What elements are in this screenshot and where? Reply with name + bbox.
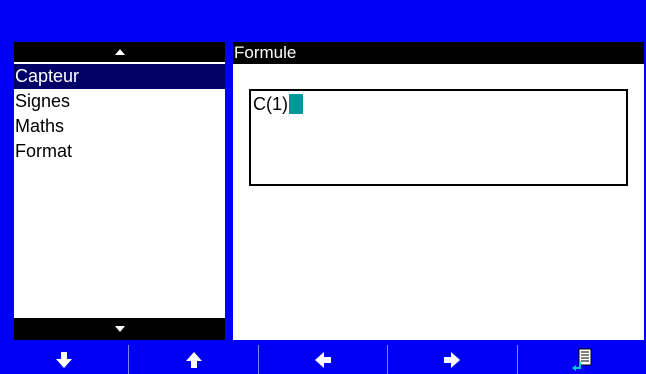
list-item-signes[interactable]: Signes: [14, 89, 225, 114]
arrow-up-icon: [185, 351, 202, 368]
triangle-down-icon: [114, 326, 125, 332]
category-list: Capteur Signes Maths Format: [14, 42, 225, 340]
arrow-right-icon: [444, 351, 461, 368]
list-scroll-down[interactable]: [14, 318, 225, 340]
formula-header: Formule: [233, 42, 644, 64]
screen: Capteur Signes Maths Format Formule C(1): [0, 0, 646, 374]
list-item-capteur[interactable]: Capteur: [14, 64, 225, 89]
insert-button[interactable]: [518, 345, 646, 374]
formula-text-line: C(1): [253, 93, 303, 115]
bottom-toolbar: [0, 345, 646, 374]
formula-panel: Formule C(1): [233, 42, 644, 340]
arrow-down-button[interactable]: [0, 345, 130, 374]
arrow-down-icon: [56, 351, 73, 368]
list-item-maths[interactable]: Maths: [14, 114, 225, 139]
arrow-up-button[interactable]: [129, 345, 259, 374]
list-scroll-up[interactable]: [14, 42, 225, 62]
text-cursor: [289, 94, 303, 114]
list-item-format[interactable]: Format: [14, 139, 225, 164]
formula-value: C(1): [253, 94, 288, 114]
formula-input[interactable]: C(1): [249, 89, 628, 186]
insert-document-icon: [571, 348, 592, 371]
list-items: Capteur Signes Maths Format: [14, 64, 225, 164]
arrow-left-button[interactable]: [259, 345, 389, 374]
triangle-up-icon: [114, 49, 125, 55]
arrow-left-icon: [315, 351, 332, 368]
arrow-right-button[interactable]: [388, 345, 518, 374]
